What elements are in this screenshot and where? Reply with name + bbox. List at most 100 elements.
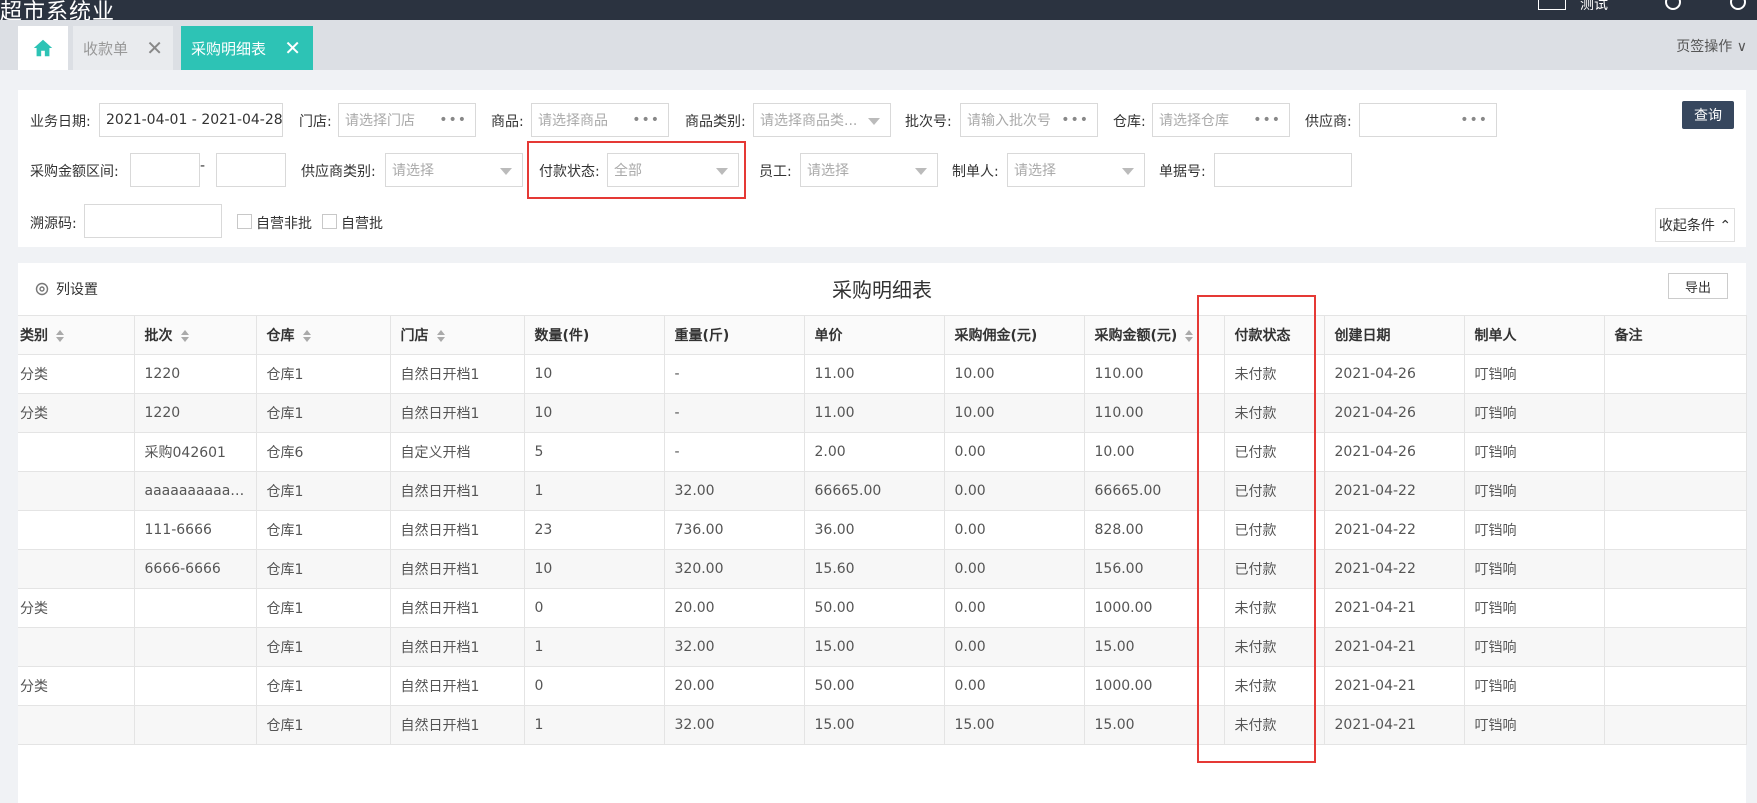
tab-home[interactable] (18, 26, 68, 70)
sort-icon[interactable] (436, 330, 445, 342)
cell-store: 自然日开档1 (389, 510, 525, 550)
cell-category (18, 627, 135, 667)
amount-max-input[interactable] (216, 153, 286, 187)
table-row[interactable]: 仓库1 自然日开档1 1 32.00 15.00 0.00 15.00 未付款 2021-04-… (18, 627, 1747, 667)
cell-amount: 110.00 (1083, 354, 1225, 394)
creator-select[interactable]: 请选择 (1007, 153, 1145, 187)
cell-amount: 1000.00 (1083, 588, 1225, 628)
sort-icon[interactable] (56, 330, 64, 342)
table-row[interactable]: 分类 1220 仓库1 自然日开档1 10-11.00 10.00 110.00 未付款 202… (18, 393, 1747, 433)
cell-warehouse: 仓库1 (255, 471, 391, 511)
cell-unit-price: 15.00 (803, 627, 945, 667)
column-header-warehouse[interactable]: 仓库 (255, 315, 391, 355)
trace-code-input[interactable] (84, 204, 222, 238)
user-avatar[interactable] (1538, 0, 1566, 10)
self-batch-checkbox[interactable] (322, 214, 337, 229)
cell-unit-price: 15.00 (803, 705, 945, 745)
column-header-label: 数量(件) (534, 328, 590, 344)
cell-pay-status: 未付款 (1223, 393, 1325, 433)
column-header-category[interactable]: 类别 (18, 315, 135, 355)
more-icon[interactable]: ••• (1460, 112, 1488, 128)
collapse-filters-button[interactable]: 收起条件 ⌃ (1655, 208, 1735, 242)
table-row[interactable]: aaaaaaaaaaa... 仓库1 自然日开档1 1 32.00 66665.00 0.0… (18, 471, 1747, 511)
biz-date-value: 2021-04-01 - 2021-04-28 (106, 112, 283, 128)
sort-icon[interactable] (180, 330, 189, 342)
report-title: 采购明细表 (832, 278, 932, 302)
column-header-label: 重量(斤) (674, 328, 730, 344)
amount-min-input[interactable] (130, 153, 200, 187)
cell-quantity: 1 (523, 627, 665, 667)
cell-weight: 32.00 (663, 471, 805, 511)
chevron-down-icon (915, 168, 927, 175)
category-select[interactable]: 请选择商品类... (753, 103, 891, 137)
pay-status-value: 全部 (614, 163, 642, 179)
warehouse-select[interactable]: 请选择仓库 ••• (1152, 103, 1290, 137)
table-row[interactable]: 仓库1 自然日开档1 1 32.00 15.00 15.00 15.00 未付款 2021-04… (18, 705, 1747, 745)
app-title: 超市系统业 (0, 0, 116, 20)
pay-status-select[interactable]: 全部 (607, 153, 739, 187)
employee-select[interactable]: 请选择 (800, 153, 938, 187)
cell-batch: aaaaaaaaaaa... (133, 471, 257, 511)
table-row[interactable]: 分类 1220 仓库1 自然日开档1 10-11.00 10.00 110.00 未付款 202… (18, 354, 1747, 394)
more-icon[interactable]: ••• (1253, 112, 1281, 128)
close-icon[interactable]: ✕ (146, 36, 163, 60)
supplier-category-select[interactable]: 请选择 (385, 153, 523, 187)
column-header-created-date: 创建日期 (1323, 315, 1465, 355)
close-icon[interactable]: ✕ (284, 36, 301, 60)
cell-unit-price: 11.00 (803, 393, 945, 433)
table-row[interactable]: 分类 仓库1 自然日开档1 0 20.00 50.00 0.00 1000.00 未付款 2021… (18, 588, 1747, 628)
user-name[interactable]: 测试 (1580, 0, 1608, 14)
column-header-creator: 制单人 (1463, 315, 1605, 355)
warehouse-placeholder: 请选择仓库 (1159, 113, 1229, 129)
cell-category: 分类 (18, 588, 135, 628)
tab-purchase-detail[interactable]: 采购明细表 ✕ (181, 26, 313, 70)
column-header-commission: 采购佣金(元) (943, 315, 1085, 355)
cell-remark (1603, 510, 1747, 550)
more-icon[interactable]: ••• (1061, 112, 1089, 128)
cell-commission: 0.00 (943, 471, 1085, 511)
self-nonbatch-checkbox[interactable] (237, 214, 252, 229)
more-icon[interactable]: ••• (632, 112, 660, 128)
cell-batch (133, 666, 257, 706)
page-operations-menu[interactable]: 页签操作 ∨ (1676, 36, 1747, 56)
product-select[interactable]: 请选择商品 ••• (531, 103, 669, 137)
cell-weight: - (663, 354, 805, 394)
table-row[interactable]: 6666-6666 仓库1 自然日开档1 10 320.00 15.60 0.00 156.0… (18, 549, 1747, 589)
tab-receipt[interactable]: 收款单 ✕ (73, 26, 173, 70)
column-header-store[interactable]: 门店 (389, 315, 525, 355)
store-select[interactable]: 请选择门店 ••• (338, 103, 476, 137)
batch-placeholder: 请输入批次号 (967, 113, 1051, 129)
power-icon[interactable] (1730, 0, 1746, 10)
cell-pay-status: 未付款 (1223, 588, 1325, 628)
cell-weight: 320.00 (663, 549, 805, 589)
table-row[interactable]: 111-6666 仓库1 自然日开档1 23 736.00 36.00 0.00 828.00… (18, 510, 1747, 550)
sort-icon[interactable] (302, 330, 311, 342)
batch-input[interactable]: 请输入批次号 ••• (960, 103, 1098, 137)
help-icon[interactable] (1665, 0, 1681, 10)
cell-batch (133, 588, 257, 628)
cell-remark (1603, 666, 1747, 706)
export-button[interactable]: 导出 (1668, 273, 1728, 299)
cell-commission: 0.00 (943, 510, 1085, 550)
more-icon[interactable]: ••• (439, 112, 467, 128)
doc-no-input[interactable] (1214, 153, 1352, 187)
cell-warehouse: 仓库1 (255, 354, 391, 394)
column-header-label: 采购佣金(元) (954, 328, 1038, 344)
chevron-down-icon (716, 168, 728, 175)
supplier-select[interactable]: ••• (1359, 103, 1497, 137)
column-header-amount[interactable]: 采购金额(元) (1083, 315, 1225, 355)
cell-pay-status: 未付款 (1223, 627, 1325, 667)
table-row[interactable]: 采购042601 仓库6 自定义开档 5-2.00 0.00 10.00 已付款 2021-0… (18, 432, 1747, 472)
column-header-batch[interactable]: 批次 (133, 315, 257, 355)
sort-icon[interactable] (1185, 330, 1194, 342)
cell-store: 自定义开档 (389, 432, 525, 472)
store-label: 门店: (299, 114, 332, 130)
table-row[interactable]: 分类 仓库1 自然日开档1 0 20.00 50.00 0.00 1000.00 未付款 2021… (18, 666, 1747, 706)
chevron-down-icon (500, 168, 512, 175)
query-button[interactable]: 查询 (1682, 101, 1734, 129)
cell-commission: 0.00 (943, 432, 1085, 472)
cell-category (18, 471, 135, 511)
biz-date-range-input[interactable]: 2021-04-01 - 2021-04-28 (99, 103, 283, 137)
cell-creator: 叮铛响 (1463, 471, 1605, 511)
cell-amount: 15.00 (1083, 627, 1225, 667)
